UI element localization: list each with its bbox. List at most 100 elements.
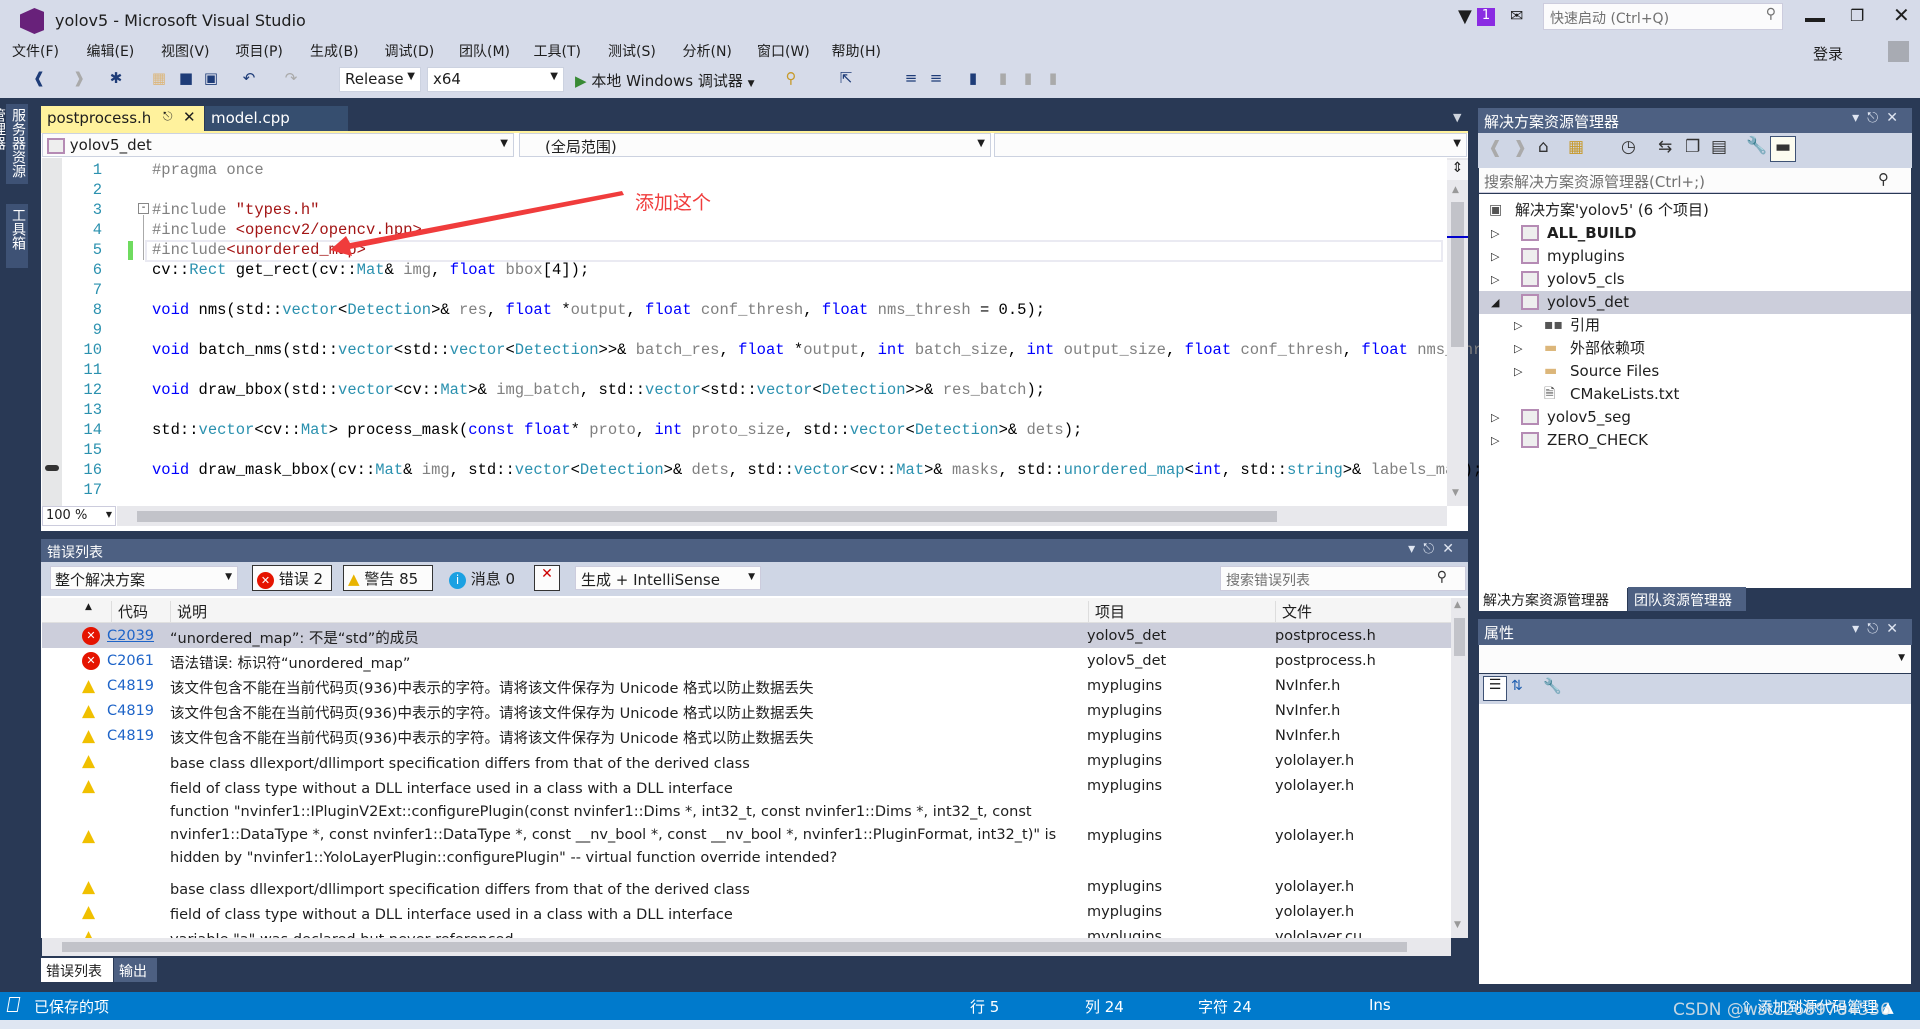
tree-item[interactable]: ▣ 解决方案'yolov5' (6 个项目) xyxy=(1479,199,1911,222)
code-line[interactable]: void batch_nms(std::vector<std::vector<D… xyxy=(152,340,1585,360)
panel-controls[interactable]: ▾⎋✕ xyxy=(1852,110,1906,126)
tree-item[interactable]: ▷ ▬ 外部依赖项 xyxy=(1479,337,1911,360)
warnings-filter-button[interactable]: ▲ 警告 85 xyxy=(343,565,433,591)
step-icon[interactable]: ⇱ xyxy=(835,69,857,87)
editor-vertical-scrollbar[interactable]: ⇕ ▲ ▼ xyxy=(1447,158,1468,506)
nav-member-dropdown[interactable]: ▼ xyxy=(994,133,1467,157)
error-row[interactable]: ▲ base class dllexport/dllimport specific… xyxy=(42,748,1451,773)
bookmark-clear-icon[interactable]: ▮ xyxy=(1042,69,1064,87)
error-code-link[interactable]: C4819 xyxy=(107,678,154,694)
bookmark-icon[interactable]: ▮ xyxy=(962,69,984,87)
build-filter-dropdown[interactable]: 生成 + IntelliSense ▼ xyxy=(575,566,761,590)
error-code-link[interactable]: C2039 xyxy=(107,628,154,644)
panel-controls[interactable]: ▾⎋✕ xyxy=(1852,621,1906,637)
error-row[interactable]: ▲ function "nvinfer1::IPluginV2Ext::confi… xyxy=(42,798,1451,874)
zoom-select[interactable]: 100 % ▼ xyxy=(42,506,116,526)
pending-changes-icon[interactable]: ◷ xyxy=(1621,137,1636,157)
avatar[interactable] xyxy=(1888,41,1909,62)
notification-filter-icon[interactable]: ▼ xyxy=(1458,6,1472,27)
tab-overflow-icon[interactable]: ▼ xyxy=(1453,111,1461,124)
tree-item[interactable]: ◢ yolov5_det xyxy=(1479,291,1911,314)
error-row[interactable]: ✕ C2039 “unordered_map”: 不是“std”的成员 yolov5_… xyxy=(42,623,1451,648)
error-row[interactable]: ▲ base class dllexport/dllimport specific… xyxy=(42,874,1451,899)
restore-button[interactable]: ❐ xyxy=(1850,6,1864,25)
column-project[interactable]: 项目 xyxy=(1088,601,1125,622)
error-code-link[interactable]: C4819 xyxy=(107,728,154,744)
home-icon[interactable]: ⌂ xyxy=(1538,137,1549,157)
comment-icon[interactable]: ≡ xyxy=(900,69,922,87)
bookmark-next-icon[interactable]: ▮ xyxy=(1017,69,1039,87)
expand-arrow-icon[interactable]: ▷ xyxy=(1491,245,1499,268)
properties-object-dropdown[interactable]: ▼ xyxy=(1479,645,1911,673)
scope-dropdown[interactable]: 整个解决方案 ▼ xyxy=(50,566,238,590)
minimize-button[interactable] xyxy=(1805,18,1825,22)
properties-icon[interactable]: 🔧 xyxy=(1746,136,1767,156)
forward-icon[interactable]: ❱ xyxy=(1513,138,1527,158)
tree-item[interactable]: ▷ ▪▪ 引用 xyxy=(1479,314,1911,337)
column-code[interactable]: 代码 xyxy=(111,601,148,622)
show-all-files-icon[interactable]: ▤ xyxy=(1711,137,1727,157)
preview-icon[interactable]: ▬ xyxy=(1770,136,1796,162)
tab-team-explorer[interactable]: 团队资源管理器 xyxy=(1628,587,1746,611)
expand-arrow-icon[interactable]: ▷ xyxy=(1491,268,1499,291)
notification-badge[interactable]: 1 xyxy=(1477,8,1495,26)
back-icon[interactable]: ❰ xyxy=(1488,138,1502,158)
feedback-icon[interactable]: ✉ xyxy=(1510,6,1523,25)
menu-item[interactable]: 帮助(H) xyxy=(832,41,881,61)
scroll-thumb[interactable] xyxy=(1454,618,1465,656)
scroll-down-icon[interactable]: ▼ xyxy=(1452,488,1459,498)
error-row[interactable]: ✕ C2061 语法错误: 标识符“unordered_map” yolov5_det… xyxy=(42,648,1451,673)
tree-item[interactable]: ▷ myplugins xyxy=(1479,245,1911,268)
tab-solution-explorer[interactable]: 解决方案资源管理器 xyxy=(1479,587,1627,611)
find-icon[interactable]: ⚲ xyxy=(780,69,802,87)
error-search-input[interactable]: 搜索错误列表 ⚲ xyxy=(1220,566,1466,591)
errors-filter-button[interactable]: ✕ 错误 2 xyxy=(252,565,332,591)
messages-filter-button[interactable]: i 消息 0 xyxy=(445,566,520,590)
error-vertical-scrollbar[interactable]: ▲ ▼ xyxy=(1451,598,1468,938)
code-line[interactable]: void draw_mask_bbox(cv::Mat& img, std::v… xyxy=(152,460,1482,480)
sort-icon[interactable]: ▲ xyxy=(85,602,92,612)
expand-arrow-icon[interactable]: ▷ xyxy=(1514,337,1522,360)
tree-item[interactable]: 🗎 CMakeLists.txt xyxy=(1479,383,1911,406)
sign-in-link[interactable]: 登录 xyxy=(1813,43,1843,64)
expanded-arrow-icon[interactable]: ◢ xyxy=(1491,291,1499,314)
expand-arrow-icon[interactable]: ▷ xyxy=(1514,314,1522,337)
uncomment-icon[interactable]: ≡ xyxy=(925,69,947,87)
bookmark-prev-icon[interactable]: ▮ xyxy=(992,69,1014,87)
error-row[interactable]: ▲ C4819 该文件包含不能在当前代码页(936)中表示的字符。请将该文件保存为 … xyxy=(42,673,1451,698)
tree-item[interactable]: ▷ ▬ Source Files xyxy=(1479,360,1911,383)
scroll-down-icon[interactable]: ▼ xyxy=(1454,920,1461,930)
bottom-tab-output[interactable]: 输出 xyxy=(114,958,157,982)
error-horizontal-scrollbar[interactable] xyxy=(42,938,1451,956)
code-line[interactable]: void nms(std::vector<Detection>& res, fl… xyxy=(152,300,1045,320)
expand-arrow-icon[interactable]: ▷ xyxy=(1491,406,1499,429)
scroll-thumb[interactable] xyxy=(62,942,1407,952)
tree-item[interactable]: ▷ ALL_BUILD xyxy=(1479,222,1911,245)
scroll-up-icon[interactable]: ▲ xyxy=(1454,600,1461,610)
solution-search-input[interactable]: 搜索解决方案资源管理器(Ctrl+;) ⚲ xyxy=(1479,168,1911,193)
tree-item[interactable]: ▷ yolov5_seg xyxy=(1479,406,1911,429)
split-icon[interactable]: ⇕ xyxy=(1447,160,1468,180)
sync-icon[interactable]: ⇆ xyxy=(1658,137,1672,157)
close-button[interactable]: ✕ xyxy=(1893,3,1910,27)
editor-horizontal-scrollbar[interactable] xyxy=(117,506,1447,526)
clear-filter-button[interactable]: ✕ xyxy=(534,565,560,591)
scroll-thumb[interactable] xyxy=(1451,202,1464,347)
error-row[interactable]: ▲ field of class type without a DLL inter… xyxy=(42,899,1451,924)
tree-item[interactable]: ▷ yolov5_cls xyxy=(1479,268,1911,291)
error-row[interactable]: ▲ C4819 该文件包含不能在当前代码页(936)中表示的字符。请将该文件保存为 … xyxy=(42,723,1451,748)
property-pages-icon[interactable]: 🔧 xyxy=(1543,677,1562,695)
error-code-link[interactable]: C2061 xyxy=(107,653,154,669)
expand-arrow-icon[interactable]: ▷ xyxy=(1491,222,1499,245)
scroll-thumb[interactable] xyxy=(137,511,1277,522)
code-line[interactable]: std::vector<cv::Mat> process_mask(const … xyxy=(152,420,1082,440)
error-code-link[interactable]: C4819 xyxy=(107,703,154,719)
expand-arrow-icon[interactable]: ▷ xyxy=(1514,360,1522,383)
quick-launch-input[interactable]: 快速启动 (Ctrl+Q) ⚲ xyxy=(1543,3,1783,30)
menu-item[interactable]: 窗口(W) xyxy=(757,41,810,61)
collapse-all-icon[interactable]: ❐ xyxy=(1685,137,1700,157)
bottom-tab-error-list[interactable]: 错误列表 xyxy=(41,958,113,982)
switch-views-icon[interactable]: ▦ xyxy=(1568,137,1584,157)
error-row[interactable]: ▲ field of class type without a DLL inter… xyxy=(42,773,1451,798)
error-row[interactable]: ▲ C4819 该文件包含不能在当前代码页(936)中表示的字符。请将该文件保存为 … xyxy=(42,698,1451,723)
